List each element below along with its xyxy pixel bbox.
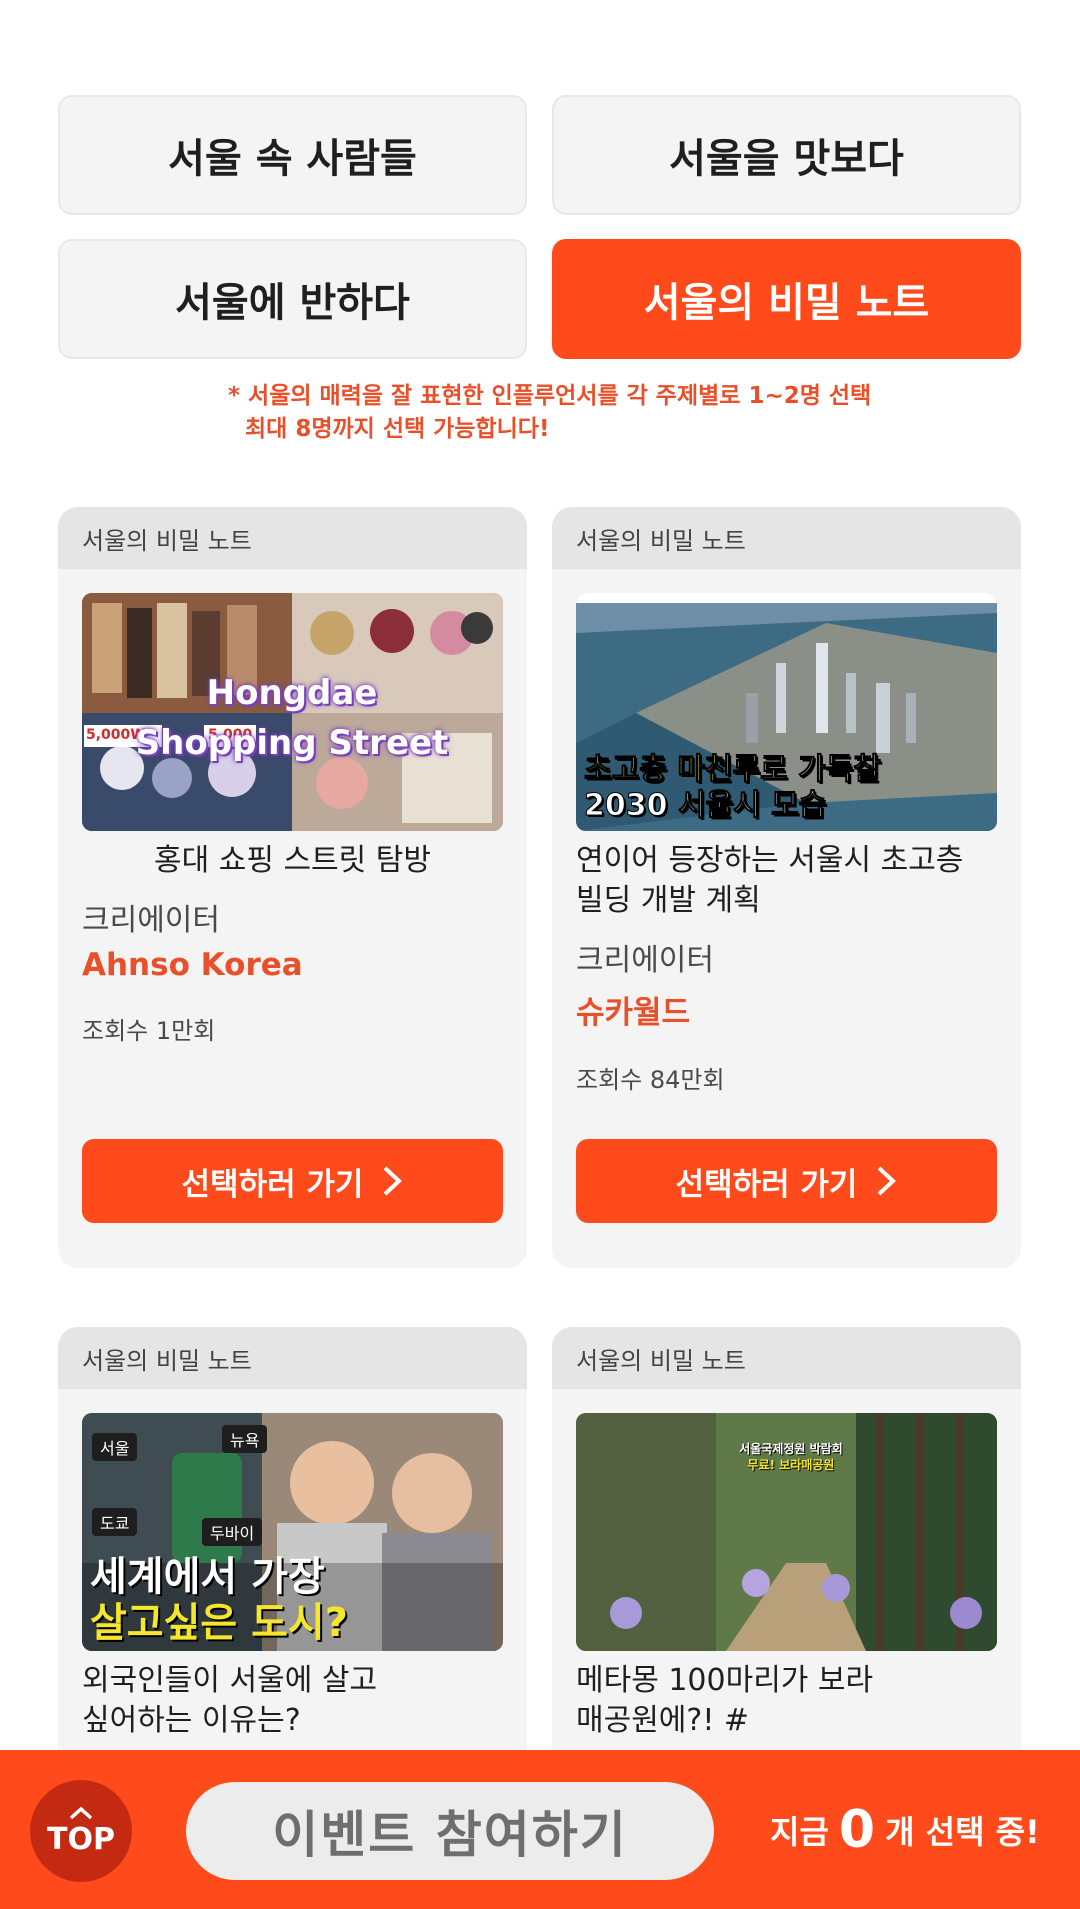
view-count: 조회수 1만회 xyxy=(82,1017,216,1045)
select-button[interactable]: 선택하러 가기 xyxy=(82,1139,503,1223)
video-thumbnail[interactable]: 서울 뉴욕 도쿄 두바이 세계에서 가장 살고싶은 도시? xyxy=(82,1413,503,1651)
selection-notice: * 서울의 매력을 잘 표현한 인플루언서를 각 주제별로 1~2명 선택 최대… xyxy=(228,380,948,446)
video-card: 서울의 비밀 노트 5,000W 5,000 Hongdae Shopping … xyxy=(58,507,527,1268)
video-thumbnail[interactable]: 초고층 마천루로 가득찰 2030 서울시 모습 xyxy=(576,593,997,831)
tab-fall-in-love[interactable]: 서울에 반하다 xyxy=(58,239,527,359)
notice-line-2: 최대 8명까지 선택 가능합니다! xyxy=(245,416,550,442)
selection-count-prefix: 지금 xyxy=(770,1813,829,1851)
chevron-up-icon xyxy=(69,1806,93,1820)
video-title: 연이어 등장하는 서울시 초고층 빌딩 개발 계획 xyxy=(576,843,964,918)
thumbnail-tag: 도쿄 xyxy=(92,1508,138,1536)
thumbnail-caption-rest: 로 가득찰 xyxy=(760,752,882,787)
video-title: 외국인들이 서울에 살고 싶어하는 이유는? xyxy=(82,1663,378,1738)
thumbnail-caption: 초고층 마천루로 가득찰 xyxy=(583,752,882,787)
thumbnail-caption-line-2: 2030 서울시 모습 xyxy=(583,788,827,823)
selection-count-number: 0 xyxy=(838,1800,876,1860)
select-button[interactable]: 선택하러 가기 xyxy=(576,1139,997,1223)
selection-count: 지금 0 개 선택 중! xyxy=(770,1792,1040,1868)
thumbnail-caption-line-2: 살고싶은 도시? xyxy=(90,1600,348,1646)
thumbnail-caption: Hongdae Shopping Street xyxy=(135,673,449,763)
video-title: 메타몽 100마리가 보라매공원에?! # xyxy=(576,1663,874,1738)
card-category: 서울의 비밀 노트 xyxy=(552,507,1021,569)
join-event-button[interactable]: 이벤트 참여하기 xyxy=(186,1782,714,1880)
category-tabs: 서울 속 사람들 서울을 맛보다 서울에 반하다 서울의 비밀 노트 xyxy=(58,95,1021,359)
chevron-right-icon xyxy=(878,1166,897,1196)
video-card: 서울의 비밀 노트 초고층 마천루로 가득찰 2030 서울시 모습 연이어 등… xyxy=(552,507,1021,1268)
card-category: 서울의 비밀 노트 xyxy=(58,507,527,569)
scroll-top-button[interactable]: TOP xyxy=(30,1780,132,1882)
notice-line-1: * 서울의 매력을 잘 표현한 인플루언서를 각 주제별로 1~2명 선택 xyxy=(228,383,872,409)
video-thumbnail[interactable]: 서울국제정원 박람회 무료! 보라매공원 xyxy=(576,1413,997,1651)
thumbnail-tag: 두바이 xyxy=(202,1518,263,1546)
select-button-label: 선택하러 가기 xyxy=(181,1166,364,1203)
creator-label: 크리에이터 xyxy=(576,943,714,978)
tab-taste[interactable]: 서울을 맛보다 xyxy=(552,95,1021,215)
creator-label: 크리에이터 xyxy=(82,903,220,938)
bottom-action-bar: TOP 이벤트 참여하기 지금 0 개 선택 중! xyxy=(0,1750,1080,1909)
thumbnail-caption-line-2: 무료! 보라매공원 xyxy=(747,1458,835,1472)
tab-people[interactable]: 서울 속 사람들 xyxy=(58,95,527,215)
video-title: 홍대 쇼핑 스트릿 탐방 xyxy=(153,843,431,878)
card-category: 서울의 비밀 노트 xyxy=(552,1327,1021,1389)
video-thumbnail[interactable]: 5,000W 5,000 Hongdae Shopping Street xyxy=(82,593,503,831)
tab-secret-note[interactable]: 서울의 비밀 노트 xyxy=(552,239,1021,359)
selection-count-suffix: 개 선택 중! xyxy=(885,1813,1040,1851)
view-count: 조회수 84만회 xyxy=(576,1066,725,1094)
card-category: 서울의 비밀 노트 xyxy=(58,1327,527,1389)
chevron-right-icon xyxy=(384,1166,403,1196)
select-button-label: 선택하러 가기 xyxy=(675,1166,858,1203)
scroll-top-label: TOP xyxy=(47,1822,115,1857)
thumbnail-caption-highlight: 초고층 마천루 xyxy=(583,752,761,787)
thumbnail-tag: 서울 xyxy=(92,1433,138,1461)
creator-name: 슈카월드 xyxy=(576,995,691,1031)
creator-name: Ahnso Korea xyxy=(82,947,303,983)
thumbnail-caption-line-1: 세계에서 가장 xyxy=(90,1554,325,1600)
thumbnail-caption-line-1: 서울국제정원 박람회 xyxy=(739,1442,843,1456)
thumbnail-tag: 뉴욕 xyxy=(222,1425,268,1453)
